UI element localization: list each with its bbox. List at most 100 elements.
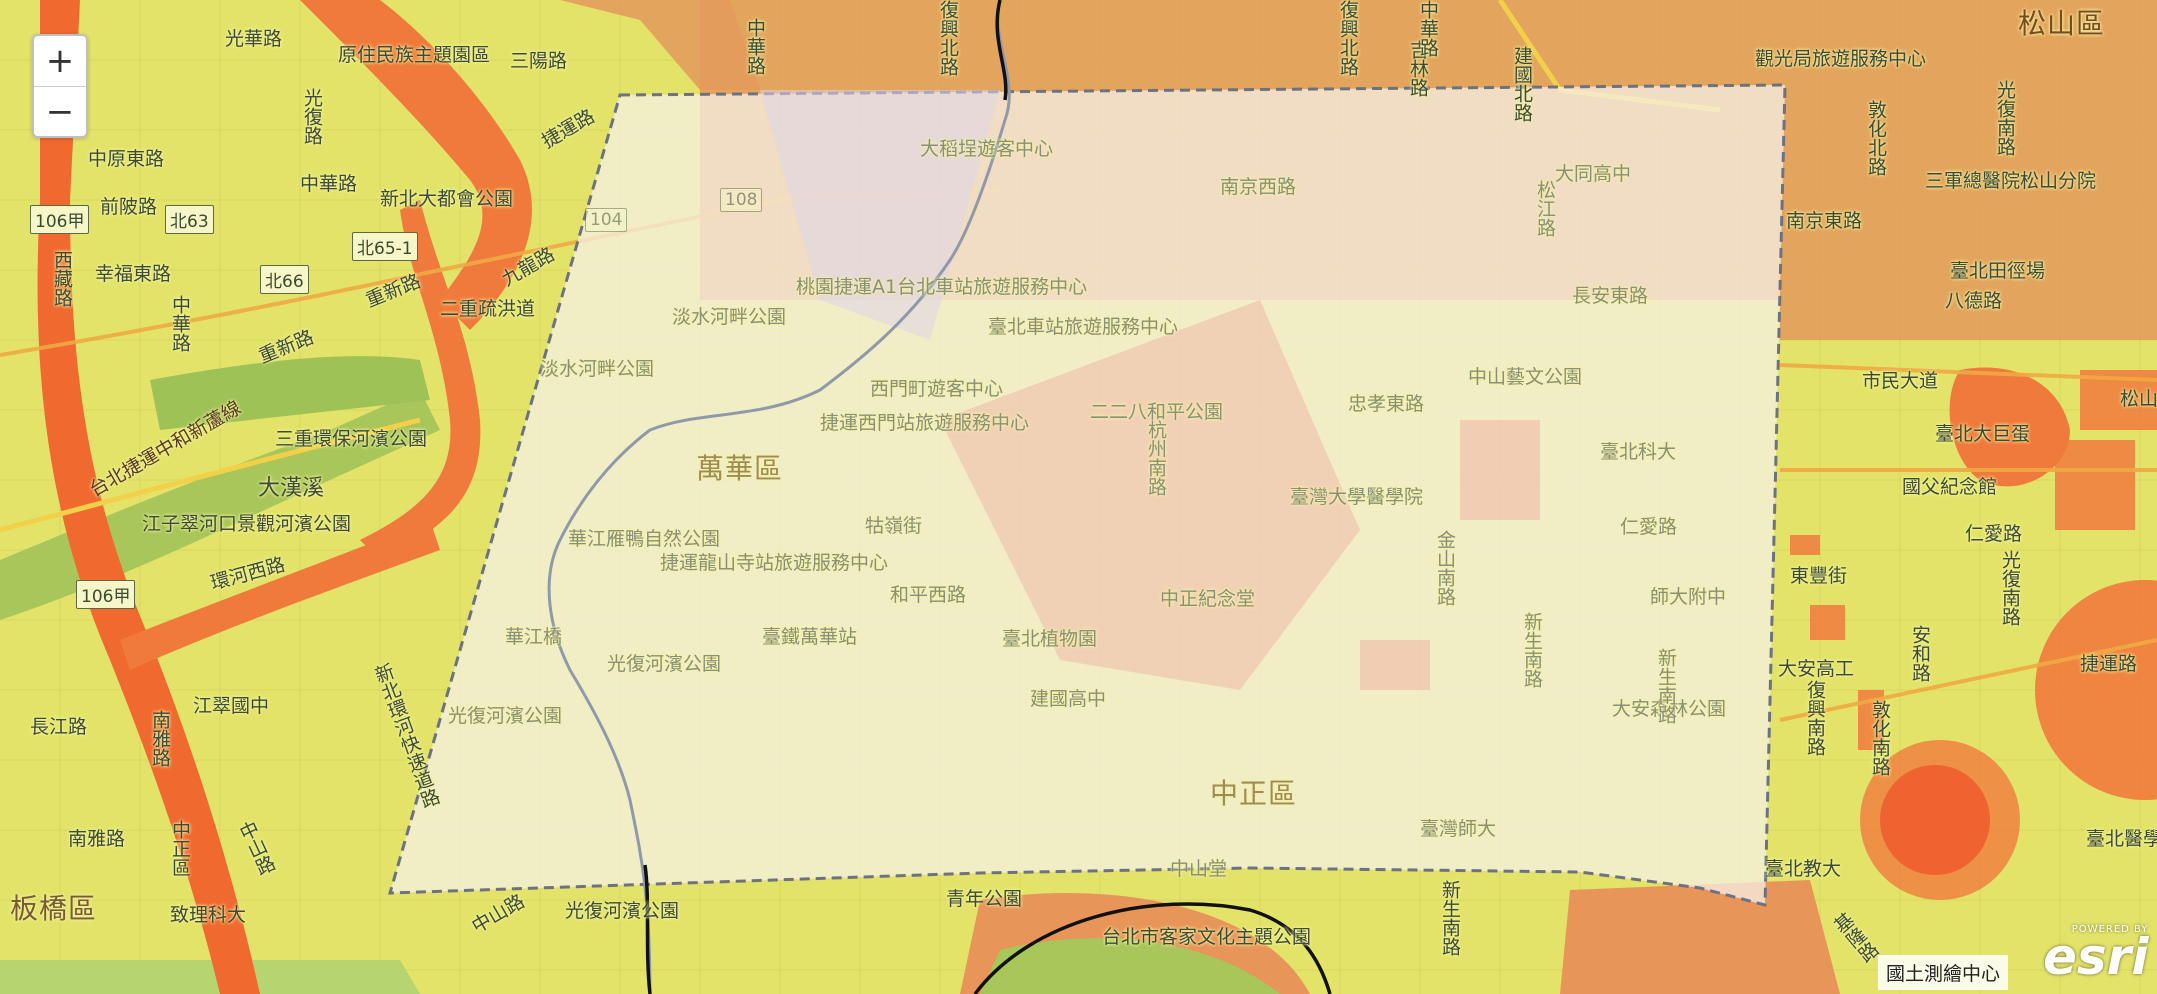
route-shield-t66: 北66 xyxy=(260,265,309,294)
label-zhongxiao: 忠孝東路 xyxy=(1348,393,1425,415)
label-zhiyi: 致理科大 xyxy=(170,904,247,926)
label-guangfu: 光復路 xyxy=(301,88,323,145)
label-guangfu-riverside: 光復河濱公園 xyxy=(565,900,680,922)
label-airport-mrt: 桃園捷運A1台北車站旅遊服務中心 xyxy=(796,276,1088,298)
esri-name: esri xyxy=(2043,928,2149,986)
label-nanya: 南雅路 xyxy=(68,828,126,850)
label-jiangzicui-park: 江子翠河口景觀河濱公園 xyxy=(142,513,352,535)
label-xiyuan: 西藏路 xyxy=(51,250,73,307)
label-hehuan: 華江雁鴨自然公園 xyxy=(568,528,721,550)
label-taipei-tech: 臺北科大 xyxy=(1600,441,1677,463)
route-shield-108: 108 xyxy=(720,188,763,212)
label-jiahe: 中華路 xyxy=(300,173,358,195)
label-ximending-service: 捷運西門站旅遊服務中心 xyxy=(820,412,1030,434)
label-dadaocheng: 復興北路 xyxy=(937,0,959,76)
label-bade: 八德路 xyxy=(1945,290,2003,312)
zoom-control: + − xyxy=(32,34,88,138)
label-songshan-area: 松山 xyxy=(2120,388,2157,410)
label-zhongyuan-e: 中原東路 xyxy=(88,148,165,170)
label-sanchong-riverside: 三重環保河濱公園 xyxy=(275,428,428,450)
zone-red-3 xyxy=(1360,640,1430,690)
label-guanghua: 光華路 xyxy=(225,28,283,50)
route-shield-t65: 北65-1 xyxy=(352,232,418,261)
label-chenggong: 中華路 xyxy=(169,295,191,352)
label-jiahe-vert: 中華路 xyxy=(744,18,766,75)
route-shield-106b: 106甲 xyxy=(76,580,136,609)
label-jiahe-vert-2: 中華路 xyxy=(1417,0,1439,57)
label-district-wanhua: 萬華區 xyxy=(696,452,784,485)
label-daan-hs: 大安高工 xyxy=(1778,658,1855,680)
label-ntu-med: 臺灣大學醫學院 xyxy=(1290,486,1424,508)
label-guangfu-s-top: 光復南路 xyxy=(1994,80,2016,156)
label-nanya-vert: 南雅路 xyxy=(149,710,171,767)
park-south-west xyxy=(0,960,420,994)
label-changan-e: 長安東路 xyxy=(1572,285,1649,307)
label-dadao-riverside: 淡水河畔公園 xyxy=(672,306,787,328)
label-songjiang: 松江路 xyxy=(1534,180,1556,237)
label-erchong: 二重疏洪道 xyxy=(440,298,536,320)
zone-red-2 xyxy=(1460,420,1540,520)
label-taipei-edu-u: 臺北教大 xyxy=(1765,858,1842,880)
label-jianguo: 建國北路 xyxy=(1511,46,1533,122)
label-district-songshan: 松山區 xyxy=(2018,7,2106,40)
label-yuanzhumin-park: 原住民族主題園區 xyxy=(338,44,491,66)
label-datong-hs: 大同高中 xyxy=(1555,163,1632,185)
zoom-in-button[interactable]: + xyxy=(34,36,86,86)
label-ximen: 西門町遊客中心 xyxy=(870,378,1004,400)
label-taipei-botanical: 臺北植物園 xyxy=(1002,628,1098,650)
label-taipei-station: 臺北車站旅遊服務中心 xyxy=(988,316,1179,338)
hotspot-5 xyxy=(2055,440,2135,530)
label-taipei-uni: 臺北醫學 xyxy=(2086,828,2157,850)
label-zhongzheng-park: 中正紀念堂 xyxy=(1160,588,1256,610)
label-sun-yatsen: 國父紀念館 xyxy=(1902,476,1998,498)
label-qianpi: 前陂路 xyxy=(100,196,158,218)
label-dunhua-n: 敦化北路 xyxy=(1865,100,1887,176)
label-district-zhongzheng: 中正區 xyxy=(1210,777,1298,810)
label-taipei-arena: 臺北田徑場 xyxy=(1950,260,2046,282)
label-mrt-songshan: 捷運路 xyxy=(2080,653,2138,675)
label-hangzhou: 杭州南路 xyxy=(1145,420,1167,496)
label-guangfu-s: 光復南路 xyxy=(1999,550,2021,626)
label-nanjing-e: 南京東路 xyxy=(1786,210,1863,232)
label-dadao-riverside-2: 淡水河畔公園 xyxy=(540,358,655,380)
label-jiangcui: 江翠國中 xyxy=(193,695,270,717)
label-jinshan: 金山南路 xyxy=(1434,530,1456,606)
label-zhongzheng-bridge: 華江橋 xyxy=(505,626,563,648)
zoom-out-button[interactable]: − xyxy=(34,86,86,136)
label-wanhua-station: 臺鐵萬華站 xyxy=(762,626,858,648)
label-xinsheng-2: 新生南路 xyxy=(1655,648,1677,724)
route-shield-106a: 106甲 xyxy=(30,205,90,234)
label-ntnu: 臺灣師大 xyxy=(1420,818,1497,840)
label-youth-park: 青年公園 xyxy=(946,888,1023,910)
label-fuxing: 復興北路 xyxy=(1337,0,1359,76)
label-dadaocheng-center: 大稻埕遊客中心 xyxy=(920,138,1054,160)
label-guangfu-riverside-2: 光復河濱公園 xyxy=(607,653,722,675)
label-taipei-riverside: 台北市客家文化主題公園 xyxy=(1102,926,1312,948)
label-dongfeng: 東豐街 xyxy=(1790,565,1848,587)
label-anhe: 安和路 xyxy=(1909,625,1931,682)
label-xingfu-e: 幸福東路 xyxy=(95,263,172,285)
label-dunhua-s: 敦化南路 xyxy=(1869,700,1891,776)
hotspot-4 xyxy=(1880,765,1990,875)
hotspot-7 xyxy=(1810,605,1845,640)
label-zhongzheng-vert: 中正區 xyxy=(169,820,191,877)
label-tourism-bureau: 觀光局旅遊服務中心 xyxy=(1755,48,1927,70)
label-xinsheng: 新生南路 xyxy=(1521,612,1543,688)
label-longshan: 捷運龍山寺站旅遊服務中心 xyxy=(660,552,889,574)
label-fuxing-s: 復興南路 xyxy=(1804,680,1826,756)
label-dahan-river: 大漢溪 xyxy=(258,476,325,501)
label-huashan: 中山藝文公園 xyxy=(1468,366,1583,388)
label-taipei-dome: 臺北大巨蛋 xyxy=(1935,423,2031,445)
label-heping-w: 和平西路 xyxy=(890,584,967,606)
label-civic-blvd: 市民大道 xyxy=(1862,370,1939,392)
esri-logo[interactable]: POWERED BY esri xyxy=(2043,924,2149,986)
label-shida: 師大附中 xyxy=(1650,586,1727,608)
label-jianguo-hs: 建國高中 xyxy=(1030,688,1107,710)
route-shield-104: 104 xyxy=(585,208,628,232)
hotspot-8 xyxy=(1790,535,1820,555)
label-sanyang: 三陽路 xyxy=(510,50,568,72)
zone-orange-south xyxy=(1560,880,1840,994)
map-view[interactable]: 光華路 原住民族主題園區 三陽路 中原東路 前陂路 幸福東路 光復路 新北大都會… xyxy=(0,0,2157,994)
label-chang-jiang: 長江路 xyxy=(30,716,88,738)
label-nanjing-w: 南京西路 xyxy=(1220,176,1297,198)
